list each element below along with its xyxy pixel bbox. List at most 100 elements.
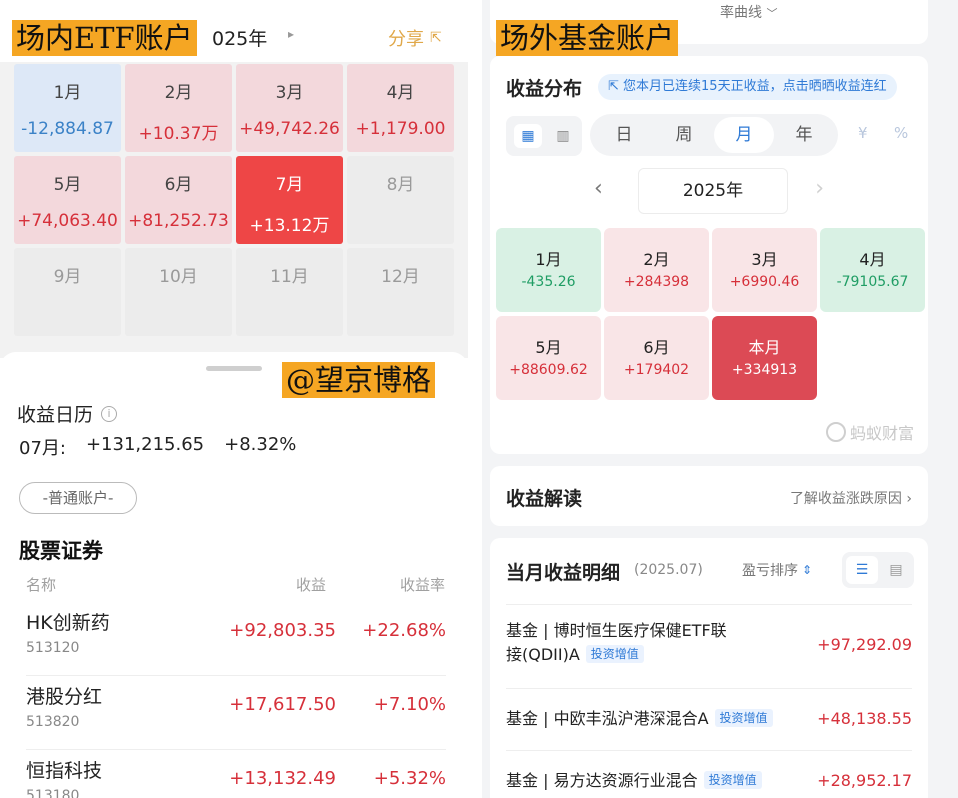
list-item[interactable]: 基金 | 易方达资源行业混合 投资增值 +28,952.17 <box>506 750 912 798</box>
month-cell[interactable]: 10月 <box>125 248 232 336</box>
month-value: +284398 <box>623 274 690 290</box>
section-title: 股票证券 <box>19 539 103 563</box>
detail-title: 当月收益明细 <box>506 562 621 584</box>
overlay-label-author: @望京博格 <box>282 362 436 398</box>
month-label: 10月 <box>159 267 198 287</box>
col-header-rate: 收益率 <box>400 576 446 594</box>
month-label: 6月 <box>643 338 670 357</box>
list-item[interactable]: 基金 | 博时恒生医疗保健ETF联 接(QDII)A 投资增值 +97,292.0… <box>506 604 912 688</box>
chevron-right-icon: › <box>906 491 912 507</box>
month-cell[interactable]: 5月 +88609.62 <box>496 316 601 400</box>
etf-account-panel: 025年 ▸ 分享 ⇱ 场内ETF账户 1月 -12,884.87 2月 +10.37… <box>0 0 468 798</box>
streak-banner[interactable]: ⇱ 您本月已连续15天正收益，点击晒晒收益连红 <box>598 74 897 100</box>
period-day[interactable]: 日 <box>594 114 654 156</box>
month-value: +13.12万 <box>249 216 330 236</box>
period-week[interactable]: 周 <box>654 114 714 156</box>
month-cell[interactable]: 3月 +6990.46 <box>712 228 817 312</box>
rate-curve-label: 率曲线 <box>720 5 762 21</box>
rate-curve-tab[interactable]: 率曲线 ﹀ <box>720 2 777 22</box>
interpretation-card: 收益解读 了解收益涨跌原因 › <box>490 466 928 526</box>
month-cell[interactable]: 6月 +81,252.73 <box>125 156 232 244</box>
month-cell[interactable]: 7月 +13.12万 <box>236 156 343 244</box>
bottom-sheet: 收益日历 i 07月: +131,215.65 +8.32% -普通账户- 股票… <box>0 352 468 798</box>
year-label[interactable]: 2025年 <box>638 168 788 214</box>
month-cell[interactable]: 8月 <box>347 156 454 244</box>
month-cell[interactable]: 9月 <box>14 248 121 336</box>
sheet-grip-handle[interactable] <box>206 366 262 371</box>
interpretation-title: 收益解读 <box>506 488 583 510</box>
share-button[interactable]: 分享 ⇱ <box>388 25 442 51</box>
month-label: 6月 <box>164 175 193 195</box>
stock-name: HK创新药 <box>26 612 110 634</box>
period-month[interactable]: 月 <box>714 117 774 153</box>
brand-watermark: 蚂蚁财富 <box>825 420 914 444</box>
fund-tag: 投资增值 <box>714 709 773 727</box>
month-value: +179402 <box>623 362 690 378</box>
year-next-icon[interactable]: ▸ <box>288 27 294 41</box>
month-cell[interactable]: 5月 +74,063.40 <box>14 156 121 244</box>
month-label: 9月 <box>53 267 82 287</box>
month-value: +10.37万 <box>138 124 219 144</box>
summary-rate: +8.32% <box>224 434 297 455</box>
month-cell[interactable]: 2月 +10.37万 <box>125 64 232 152</box>
interpretation-link[interactable]: 了解收益涨跌原因 › <box>790 488 912 508</box>
month-label: 4月 <box>386 83 415 103</box>
month-label: 7月 <box>275 175 304 195</box>
stock-gain: +92,803.35 <box>229 620 336 641</box>
month-cell[interactable]: 4月 +1,179.00 <box>347 64 454 152</box>
stock-name: 港股分红 <box>26 686 103 708</box>
month-cell[interactable]: 2月 +284398 <box>604 228 709 312</box>
yuan-unit-toggle[interactable]: ¥ <box>858 124 868 142</box>
table-row[interactable]: 港股分红 513820 +17,617.50 +7.10% <box>26 678 446 750</box>
month-cell[interactable]: 3月 +49,742.26 <box>236 64 343 152</box>
calendar-icon[interactable]: ▦ <box>514 124 542 148</box>
percent-unit-toggle[interactable]: % <box>894 124 908 142</box>
chevron-down-icon: ﹀ <box>766 7 778 20</box>
info-icon[interactable]: i <box>101 405 118 422</box>
interpretation-link-text: 了解收益涨跌原因 <box>789 491 902 507</box>
stock-code: 513820 <box>26 714 80 730</box>
month-value: -79105.67 <box>836 274 909 290</box>
month-label: 3月 <box>751 250 778 269</box>
month-cell[interactable]: 12月 <box>347 248 454 336</box>
sort-button[interactable]: 盈亏排序 ⇕ <box>742 560 812 580</box>
stock-rate: +22.68% <box>362 620 446 641</box>
month-label: 4月 <box>859 250 886 269</box>
fund-name-line1: 基金 | 博时恒生医疗保健ETF联 <box>506 621 727 640</box>
table-row[interactable]: 恒指科技 513180 +13,132.49 +5.32% <box>26 752 446 798</box>
summary-month: 07月: <box>19 438 66 459</box>
year-navigator: ‹ 2025年 › <box>586 168 832 214</box>
calendar-title: 收益日历 i <box>17 400 118 427</box>
fund-name-line2: 接(QDII)A <box>506 645 580 664</box>
table-row[interactable]: HK创新药 513120 +92,803.35 +22.68% <box>26 604 446 676</box>
stock-rate: +5.32% <box>373 768 446 789</box>
account-chip[interactable]: -普通账户- <box>19 482 137 514</box>
year-label[interactable]: 025年 <box>212 24 267 51</box>
distribution-title: 收益分布 <box>506 78 583 100</box>
stock-gain: +17,617.50 <box>229 694 336 715</box>
chevron-left-icon[interactable]: ‹ <box>594 176 603 201</box>
fund-name-line1: 基金 | 中欧丰泓沪港深混合A <box>506 709 709 728</box>
month-value: +1,179.00 <box>355 119 446 139</box>
month-label: 5月 <box>535 338 562 357</box>
month-cell[interactable]: 本月 +334913 <box>712 316 817 400</box>
bar-chart-icon[interactable]: ▥ <box>550 124 576 148</box>
card-view-icon[interactable]: ▤ <box>882 556 910 584</box>
month-cell[interactable]: 1月 -435.26 <box>496 228 601 312</box>
streak-text: 您本月已连续15天正收益，点击晒晒收益连红 <box>623 79 887 94</box>
month-cell[interactable]: 1月 -12,884.87 <box>14 64 121 152</box>
chevron-right-icon[interactable]: › <box>815 176 824 201</box>
month-label: 12月 <box>381 267 420 287</box>
view-mode-toggle: ▦ ▥ <box>506 116 582 156</box>
month-cell[interactable]: 6月 +179402 <box>604 316 709 400</box>
month-label: 2月 <box>643 250 670 269</box>
col-header-gain: 收益 <box>296 576 327 594</box>
month-cell[interactable]: 4月 -79105.67 <box>820 228 925 312</box>
list-item[interactable]: 基金 | 中欧丰泓沪港深混合A 投资增值 +48,138.55 <box>506 688 912 750</box>
month-label: 11月 <box>270 267 309 287</box>
month-cell[interactable]: 11月 <box>236 248 343 336</box>
share-label: 分享 <box>388 29 424 50</box>
period-year[interactable]: 年 <box>774 114 834 156</box>
list-icon[interactable]: ☰ <box>846 556 878 584</box>
stock-gain: +13,132.49 <box>229 768 336 789</box>
